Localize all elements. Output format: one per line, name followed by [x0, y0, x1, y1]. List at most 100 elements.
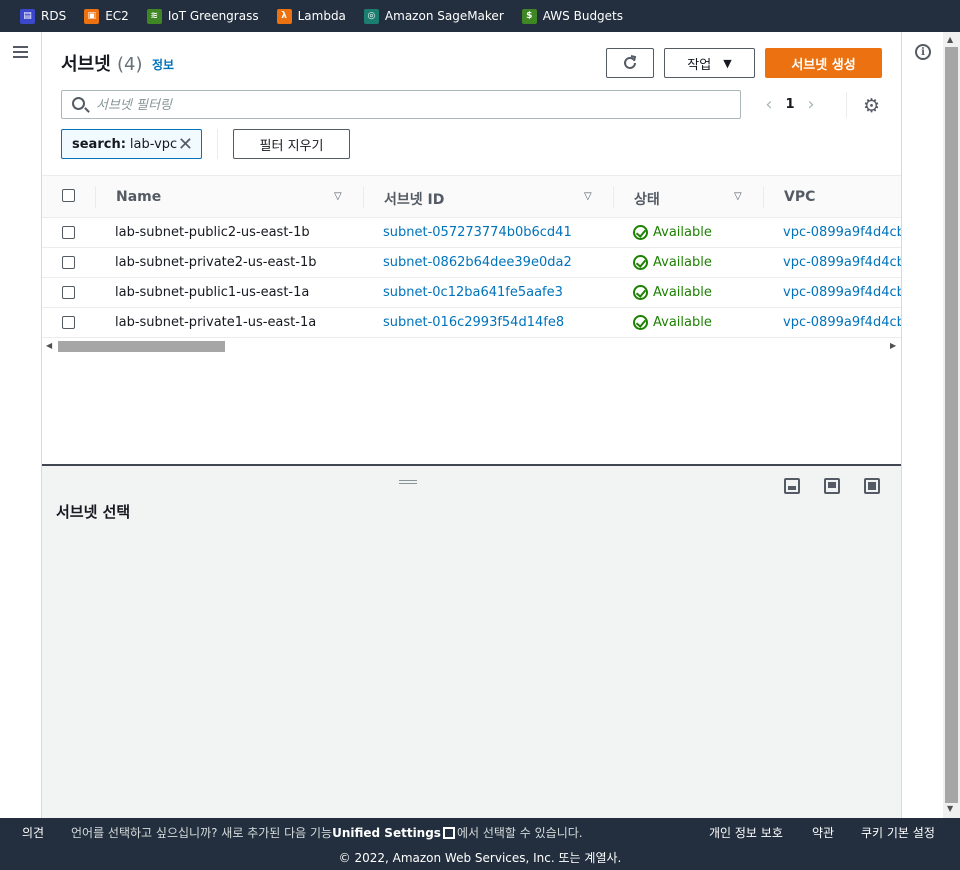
left-navigation	[0, 32, 42, 818]
favorite-label: AWS Budgets	[542, 9, 624, 23]
subnet-id-link[interactable]: subnet-016c2993f54d14fe8	[383, 315, 564, 330]
scroll-down-icon[interactable]: ▼	[947, 804, 953, 813]
privacy-link[interactable]: 개인 정보 보호	[709, 824, 783, 841]
terms-link[interactable]: 약관	[812, 824, 834, 841]
row-checkbox[interactable]	[62, 256, 75, 269]
subnet-name: lab-subnet-public2-us-east-1b	[115, 225, 310, 240]
sagemaker-icon: ◎	[363, 8, 379, 24]
table-row[interactable]: lab-subnet-public1-us-east-1a subnet-0c1…	[42, 278, 905, 308]
column-divider	[613, 186, 614, 208]
subnet-id-link[interactable]: subnet-057273774b0b6cd41	[383, 225, 572, 240]
favorite-label: IoT Greengrass	[167, 9, 259, 23]
tools-panel: i	[901, 32, 943, 818]
status-badge: Available	[633, 225, 712, 240]
gear-icon[interactable]: ⚙	[863, 95, 880, 117]
create-subnet-button[interactable]: 서브넷 생성	[765, 48, 882, 78]
divider	[217, 129, 218, 159]
favorite-label: EC2	[105, 9, 129, 23]
column-header-subnet-id[interactable]: 서브넷 ID	[384, 189, 444, 209]
table-row[interactable]: lab-subnet-private1-us-east-1a subnet-01…	[42, 308, 905, 338]
close-icon[interactable]: ✕	[178, 134, 193, 155]
info-link[interactable]: 정보	[152, 56, 174, 73]
footer: 의견 언어를 선택하고 싶으십니까? 새로 추가된 다음 기능Unified S…	[0, 818, 960, 870]
check-circle-icon	[633, 255, 648, 270]
copyright: © 2022, Amazon Web Services, Inc. 또는 계열사…	[338, 851, 622, 865]
scrollbar-thumb[interactable]	[58, 341, 225, 352]
select-all-checkbox[interactable]	[62, 189, 75, 202]
status-badge: Available	[633, 285, 712, 300]
status-text: Available	[653, 285, 712, 300]
page-title-text: 서브넷	[61, 54, 111, 75]
scrollbar-thumb[interactable]	[945, 47, 958, 803]
row-checkbox[interactable]	[62, 226, 75, 239]
panel-side-icon[interactable]	[824, 478, 840, 494]
vertical-scrollbar[interactable]: ▲ ▼	[943, 32, 960, 818]
column-header-vpc[interactable]: VPC	[784, 189, 815, 205]
column-divider	[95, 186, 96, 208]
greengrass-icon: ≋	[146, 8, 162, 24]
language-prefix: 언어를 선택하고 싶으십니까? 새로 추가된 다음 기능	[71, 826, 333, 840]
favorite-iot-greengrass[interactable]: ≋ IoT Greengrass	[146, 8, 259, 24]
favorite-rds[interactable]: ▤ RDS	[20, 8, 66, 24]
subnets-panel: 서브넷 (4) 정보 작업 ▼ 서브넷 생성 ‹ 1 › ⚙ search: l…	[42, 32, 905, 464]
scroll-left-icon[interactable]: ◀	[46, 341, 52, 350]
vpc-link[interactable]: vpc-0899a9f4d4cb	[783, 255, 905, 270]
row-checkbox[interactable]	[62, 286, 75, 299]
favorite-sagemaker[interactable]: ◎ Amazon SageMaker	[363, 8, 504, 24]
divider	[846, 92, 847, 118]
current-page[interactable]: 1	[779, 97, 801, 112]
split-panel-title: 서브넷 선택	[56, 503, 131, 521]
status-text: Available	[653, 255, 712, 270]
refresh-button[interactable]	[606, 48, 654, 78]
subnet-name: lab-subnet-public1-us-east-1a	[115, 285, 310, 300]
subnet-id-link[interactable]: subnet-0862b64dee39e0da2	[383, 255, 572, 270]
scroll-up-icon[interactable]: ▲	[947, 35, 953, 44]
resize-handle[interactable]	[399, 480, 417, 484]
actions-label: 작업	[687, 57, 712, 73]
check-circle-icon	[633, 285, 648, 300]
page-title: 서브넷 (4)	[61, 50, 142, 76]
menu-icon[interactable]	[13, 46, 28, 58]
favorite-aws-budgets[interactable]: $ AWS Budgets	[521, 8, 624, 24]
feedback-link[interactable]: 의견	[22, 824, 44, 841]
clear-filters-button[interactable]: 필터 지우기	[233, 129, 350, 159]
filter-token-key: search:	[72, 136, 126, 152]
sort-icon[interactable]: ▽	[334, 191, 342, 202]
check-circle-icon	[633, 315, 648, 330]
next-page-icon[interactable]: ›	[801, 94, 821, 115]
column-divider	[763, 186, 764, 208]
check-circle-icon	[633, 225, 648, 240]
split-panel: 서브넷 선택	[42, 464, 901, 818]
previous-page-icon[interactable]: ‹	[759, 94, 779, 115]
sort-icon[interactable]: ▽	[734, 191, 742, 202]
table-row[interactable]: lab-subnet-public2-us-east-1b subnet-057…	[42, 218, 905, 248]
horizontal-scrollbar[interactable]: ◀ ▶	[42, 339, 901, 354]
status-badge: Available	[633, 315, 712, 330]
panel-full-icon[interactable]	[864, 478, 880, 494]
sort-icon[interactable]: ▽	[584, 191, 592, 202]
filter-input[interactable]	[96, 94, 716, 116]
search-icon	[72, 97, 85, 110]
actions-button[interactable]: 작업 ▼	[664, 48, 755, 78]
cookie-preferences-link[interactable]: 쿠키 기본 설정	[861, 824, 935, 841]
rds-icon: ▤	[20, 8, 35, 24]
row-checkbox[interactable]	[62, 316, 75, 329]
vpc-link[interactable]: vpc-0899a9f4d4cb	[783, 225, 905, 240]
resource-count: (4)	[116, 54, 143, 75]
vpc-link[interactable]: vpc-0899a9f4d4cb	[783, 285, 905, 300]
pagination: ‹ 1 ›	[759, 94, 821, 115]
favorite-lambda[interactable]: λ Lambda	[276, 8, 346, 24]
column-header-name[interactable]: Name	[116, 189, 161, 205]
vpc-link[interactable]: vpc-0899a9f4d4cb	[783, 315, 905, 330]
column-divider	[363, 186, 364, 208]
favorite-ec2[interactable]: ▣ EC2	[84, 8, 129, 24]
caret-down-icon: ▼	[723, 56, 732, 70]
unified-settings-link[interactable]: Unified Settings	[332, 826, 441, 840]
table-row[interactable]: lab-subnet-private2-us-east-1b subnet-08…	[42, 248, 905, 278]
subnet-id-link[interactable]: subnet-0c12ba641fe5aafe3	[383, 285, 563, 300]
column-header-status[interactable]: 상태	[634, 189, 660, 209]
scroll-right-icon[interactable]: ▶	[890, 341, 896, 350]
info-icon[interactable]: i	[915, 44, 931, 60]
panel-bottom-icon[interactable]	[784, 478, 800, 494]
budgets-icon: $	[521, 8, 537, 24]
